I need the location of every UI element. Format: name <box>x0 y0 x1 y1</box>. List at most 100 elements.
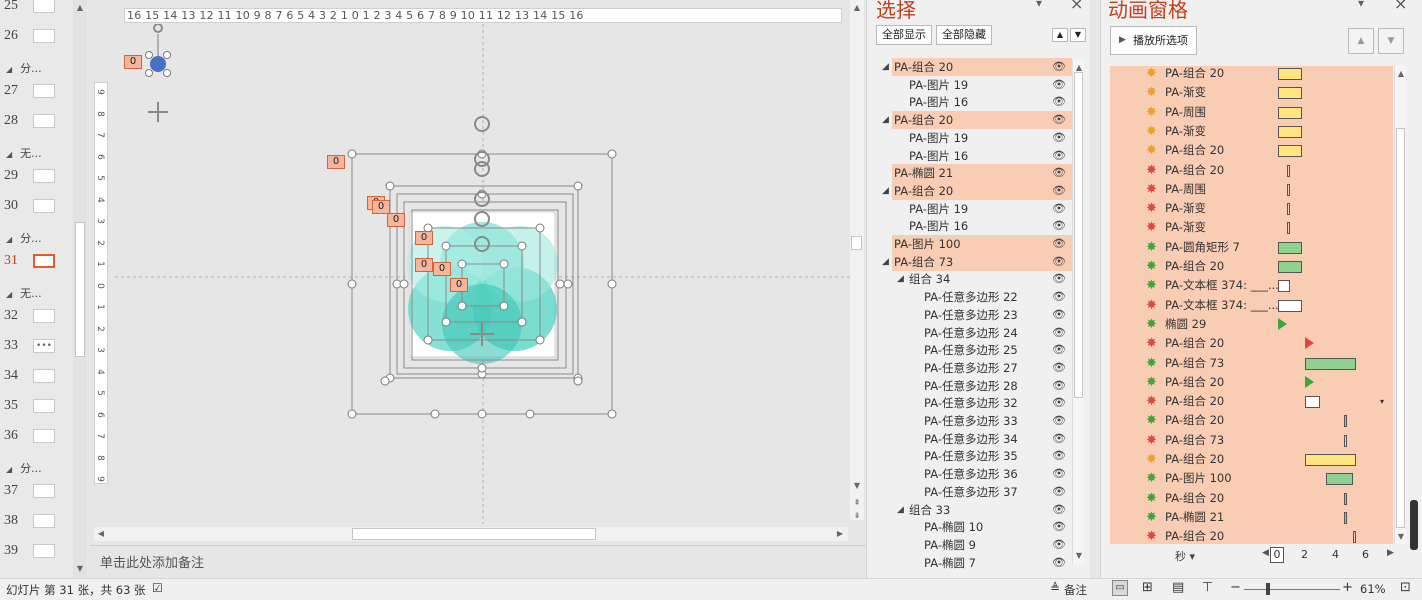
visibility-eye-icon[interactable]: 👁 <box>1052 253 1066 271</box>
visibility-eye-icon[interactable]: 👁 <box>1052 235 1066 253</box>
slide-sorter-icon[interactable]: ⊞ <box>1142 580 1153 595</box>
thumbnail-scrollbar[interactable]: ▲ ▼ <box>73 0 87 578</box>
close-icon[interactable]: × <box>1394 0 1407 13</box>
move-down-icon[interactable]: ▼ <box>1378 28 1404 54</box>
slide-preview[interactable] <box>33 29 55 43</box>
scroll-up-icon[interactable]: ▲ <box>851 2 863 14</box>
slide-preview[interactable]: ••• <box>33 339 55 353</box>
scroll-down-icon[interactable]: ▼ <box>1395 531 1407 543</box>
scroll-down-icon[interactable]: ▼ <box>851 480 863 492</box>
selection-item[interactable]: PA-任意多边形 35 👁 <box>892 447 1072 465</box>
selection-item[interactable]: ◢ 组合 34 👁 <box>892 270 1072 288</box>
normal-view-icon[interactable]: ▭ <box>1112 580 1128 596</box>
animation-order-tag[interactable]: 0 <box>327 155 345 169</box>
editor-horizontal-scrollbar[interactable]: ◀ ▶ <box>94 527 848 541</box>
animation-item[interactable]: ✸ PA-组合 20 <box>1110 161 1393 180</box>
timeline-bar[interactable] <box>1287 222 1290 235</box>
hide-all-button[interactable]: 全部隐藏 <box>936 25 992 45</box>
fit-to-window-icon[interactable]: ⊡ <box>1400 580 1411 595</box>
selection-item[interactable]: PA-椭圆 7 👁 <box>892 554 1072 572</box>
timeline-marker[interactable] <box>1278 317 1287 330</box>
selection-item[interactable]: PA-图片 19 👁 <box>892 200 1072 218</box>
visibility-eye-icon[interactable]: 👁 <box>1052 430 1066 448</box>
zoom-level[interactable]: 61% <box>1360 582 1386 596</box>
animation-item[interactable]: ✸ PA-文本框 374: ___... <box>1110 276 1393 295</box>
selection-item[interactable]: PA-任意多边形 37 👁 <box>892 483 1072 501</box>
timeline-bar[interactable] <box>1278 145 1302 158</box>
visibility-eye-icon[interactable]: 👁 <box>1052 483 1066 501</box>
timeline-bar[interactable] <box>1278 280 1290 293</box>
slide-preview[interactable] <box>33 309 55 323</box>
animation-order-tag[interactable]: 0 <box>450 278 468 292</box>
animation-item[interactable]: ✸ PA-图片 100 <box>1110 469 1393 488</box>
visibility-eye-icon[interactable]: 👁 <box>1052 394 1066 412</box>
section-header[interactable]: ◢ 分... <box>6 230 42 246</box>
animation-item[interactable]: ✸ PA-组合 73 <box>1110 354 1393 373</box>
slide-preview[interactable] <box>33 429 55 443</box>
next-slide-icon[interactable]: ⇟ <box>851 510 863 522</box>
visibility-eye-icon[interactable]: 👁 <box>1052 306 1066 324</box>
visibility-eye-icon[interactable]: 👁 <box>1052 93 1066 111</box>
visibility-eye-icon[interactable]: 👁 <box>1052 200 1066 218</box>
zoom-slider[interactable] <box>1244 589 1340 590</box>
collapse-icon[interactable]: ◢ <box>6 150 12 159</box>
selection-item[interactable]: PA-图片 16 👁 <box>892 93 1072 111</box>
move-up-icon[interactable]: ▲ <box>1348 28 1374 54</box>
section-header[interactable]: ◢ 分... <box>6 460 42 476</box>
animation-item[interactable]: ✸ PA-渐变 <box>1110 218 1393 237</box>
visibility-eye-icon[interactable]: 👁 <box>1052 182 1066 200</box>
collapse-icon[interactable]: ◢ <box>6 290 12 299</box>
reading-view-icon[interactable]: ▤ <box>1172 580 1184 595</box>
slide-preview[interactable] <box>33 84 55 98</box>
animation-item[interactable]: ✸ PA-组合 20 <box>1110 373 1393 392</box>
pane-resize-handle[interactable] <box>1410 500 1418 550</box>
animation-item[interactable]: ✸ PA-组合 20 <box>1110 527 1393 546</box>
selection-item[interactable]: PA-图片 16 👁 <box>892 217 1072 235</box>
selection-item[interactable]: PA-任意多边形 28 👁 <box>892 377 1072 395</box>
slide-preview[interactable] <box>33 169 55 183</box>
selection-item[interactable]: PA-任意多边形 33 👁 <box>892 412 1072 430</box>
editor-hscroll-thumb[interactable] <box>352 528 596 540</box>
notes-pane[interactable]: 单击此处添加备注 <box>90 545 866 576</box>
timeline-bar[interactable] <box>1287 164 1290 177</box>
visibility-eye-icon[interactable]: 👁 <box>1052 341 1066 359</box>
zoom-slider-thumb[interactable] <box>1266 583 1270 595</box>
selection-scrollbar[interactable]: ▲ ▼ <box>1072 60 1084 565</box>
editor-vertical-scrollbar[interactable]: ▲ ▼ ⇞ ⇟ <box>850 0 864 520</box>
selection-item[interactable]: PA-任意多边形 23 👁 <box>892 306 1072 324</box>
timeline-bar[interactable] <box>1278 299 1302 312</box>
selection-item[interactable]: PA-任意多边形 34 👁 <box>892 430 1072 448</box>
row-dropdown-icon[interactable]: ▾ <box>1380 397 1384 406</box>
timeline-bar[interactable] <box>1278 106 1302 119</box>
slide-canvas[interactable] <box>90 24 850 524</box>
timeline-bar[interactable] <box>1278 68 1302 80</box>
slide-preview[interactable] <box>33 0 55 13</box>
timeline-bar[interactable] <box>1326 473 1353 486</box>
animation-item[interactable]: ✸ PA-组合 20 <box>1110 411 1393 430</box>
notes-icon[interactable]: ≜ <box>1050 581 1060 595</box>
section-header[interactable]: ◢ 无... <box>6 145 42 161</box>
timeline-bar[interactable] <box>1287 183 1290 196</box>
visibility-eye-icon[interactable]: 👁 <box>1052 518 1066 536</box>
timeline-bar[interactable] <box>1344 434 1347 447</box>
scroll-right-icon[interactable]: ▶ <box>834 528 846 540</box>
slide-preview[interactable] <box>33 254 55 268</box>
timeline-bar[interactable] <box>1344 511 1347 524</box>
animation-item[interactable]: ✸ PA-组合 20 <box>1110 392 1393 411</box>
zoom-out-icon[interactable]: − <box>1230 580 1241 595</box>
animation-order-tag[interactable]: 0 <box>387 213 405 227</box>
animation-item[interactable]: ✸ PA-组合 20 <box>1110 257 1393 276</box>
visibility-eye-icon[interactable]: 👁 <box>1052 377 1066 395</box>
slide-info[interactable]: 幻灯片 第 31 张，共 63 张 <box>6 582 146 598</box>
animation-order-tag[interactable]: 0 <box>433 262 451 276</box>
collapse-icon[interactable]: ◢ <box>6 465 12 474</box>
timeline-unit-dropdown[interactable]: 秒 ▾ <box>1175 548 1195 564</box>
slide-preview[interactable] <box>33 514 55 528</box>
timeline-bar[interactable] <box>1305 396 1320 409</box>
selection-item[interactable]: PA-图片 19 👁 <box>892 76 1072 94</box>
timeline-bar[interactable] <box>1287 203 1290 216</box>
selection-item[interactable]: PA-任意多边形 25 👁 <box>892 341 1072 359</box>
visibility-eye-icon[interactable]: 👁 <box>1052 324 1066 342</box>
selection-scroll-thumb[interactable] <box>1074 72 1083 398</box>
editor-scroll-thumb[interactable] <box>851 236 862 250</box>
